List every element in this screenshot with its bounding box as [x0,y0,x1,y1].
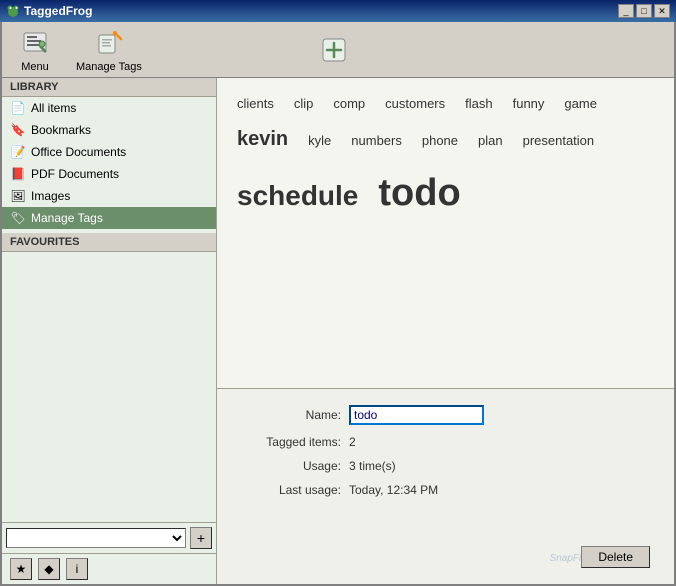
tag-presentation[interactable]: presentation [523,131,595,152]
title-bar-icon: TaggedFrog [6,4,92,18]
diamond-icon: ◆ [44,562,53,576]
sidebar-office-label: Office Documents [31,145,126,159]
menu-toolbar-item[interactable]: Menu [10,27,60,73]
frog-icon [6,4,20,18]
sidebar-item-all-items[interactable]: All items [2,97,216,119]
bookmark-icon [10,122,26,138]
tag-game[interactable]: game [564,94,597,115]
tagged-items-value: 2 [349,435,356,449]
tag-schedule[interactable]: schedule [237,174,358,219]
star-button[interactable]: ★ [10,558,32,580]
info-button[interactable]: i [66,558,88,580]
tag-todo[interactable]: todo [378,163,460,224]
sidebar-item-manage-tags[interactable]: Manage Tags [2,207,216,229]
sidebar-dropdown[interactable] [6,528,186,548]
tag-numbers[interactable]: numbers [351,131,402,152]
main-window: Menu Manage Tags [0,22,676,586]
manage-tags-toolbar-item[interactable]: Manage Tags [76,27,142,73]
pdf-icon [10,166,26,182]
name-input[interactable] [349,405,484,425]
last-usage-label: Last usage: [241,483,341,497]
name-label: Name: [241,408,341,422]
minimize-button[interactable]: _ [618,4,634,18]
add-svg-icon [320,36,348,64]
sidebar-item-bookmarks[interactable]: Bookmarks [2,119,216,141]
maximize-button[interactable]: □ [636,4,652,18]
library-header: LIBRARY [2,78,216,97]
sidebar-images-label: Images [31,189,70,203]
tag-kyle[interactable]: kyle [308,131,331,152]
title-bar: TaggedFrog _ □ ✕ [0,0,676,22]
sidebar-bottom-icons: ★ ◆ i [2,553,216,584]
last-usage-value: Today, 12:34 PM [349,483,438,497]
sidebar-manage-tags-label: Manage Tags [31,211,103,225]
add-toolbar-item[interactable] [318,34,350,66]
diamond-button[interactable]: ◆ [38,558,60,580]
favourites-header: FAVOURITES [2,233,216,252]
sidebar: LIBRARY All items Bookmarks Office Docum… [2,78,217,584]
sidebar-item-office[interactable]: Office Documents [2,141,216,163]
tags-cloud-area: clients clip comp customers flash funny game ke… [217,78,674,389]
close-button[interactable]: ✕ [654,4,670,18]
tagged-items-label: Tagged items: [241,435,341,449]
tag-icon [10,210,26,226]
doc-icon [10,100,26,116]
manage-tags-svg-icon [95,29,123,57]
tag-funny[interactable]: funny [513,94,545,115]
sidebar-item-images[interactable]: Images [2,185,216,207]
word-icon [10,144,26,160]
tag-plan[interactable]: plan [478,131,503,152]
sidebar-all-items-label: All items [31,101,76,115]
last-usage-row: Last usage: Today, 12:34 PM [241,483,650,497]
tag-clients[interactable]: clients [237,94,274,115]
info-icon: i [76,562,79,576]
tag-comp[interactable]: comp [333,94,365,115]
tag-clip[interactable]: clip [294,94,314,115]
tag-phone[interactable]: phone [422,131,458,152]
name-row: Name: [241,405,650,425]
sidebar-pdf-label: PDF Documents [31,167,119,181]
usage-row: Usage: 3 time(s) [241,459,650,473]
tag-flash[interactable]: flash [465,94,492,115]
tags-container: clients clip comp customers flash funny game ke… [237,94,654,224]
tag-kevin[interactable]: kevin [237,123,288,155]
image-icon [10,188,26,204]
delete-button[interactable]: Delete [581,546,650,568]
title-bar-controls: _ □ ✕ [618,4,670,18]
content-area: LIBRARY All items Bookmarks Office Docum… [2,78,674,584]
sidebar-bookmarks-label: Bookmarks [31,123,91,137]
detail-area: Name: Tagged items: 2 Usage: 3 time(s) L… [217,389,674,584]
menu-svg-icon [21,29,49,57]
favourites-area [2,252,216,522]
add-icon [318,34,350,66]
usage-value: 3 time(s) [349,459,396,473]
star-icon: ★ [16,562,27,576]
manage-tags-label: Manage Tags [76,61,142,73]
sidebar-footer: + [2,522,216,553]
menu-icon [19,27,51,59]
title-text: TaggedFrog [24,4,92,18]
toolbar: Menu Manage Tags [2,22,674,78]
sidebar-add-button[interactable]: + [190,527,212,549]
manage-tags-icon [93,27,125,59]
usage-label: Usage: [241,459,341,473]
main-area: clients clip comp customers flash funny game ke… [217,78,674,584]
tagged-items-row: Tagged items: 2 [241,435,650,449]
menu-label: Menu [21,61,49,73]
sidebar-item-pdf[interactable]: PDF Documents [2,163,216,185]
tag-customers[interactable]: customers [385,94,445,115]
